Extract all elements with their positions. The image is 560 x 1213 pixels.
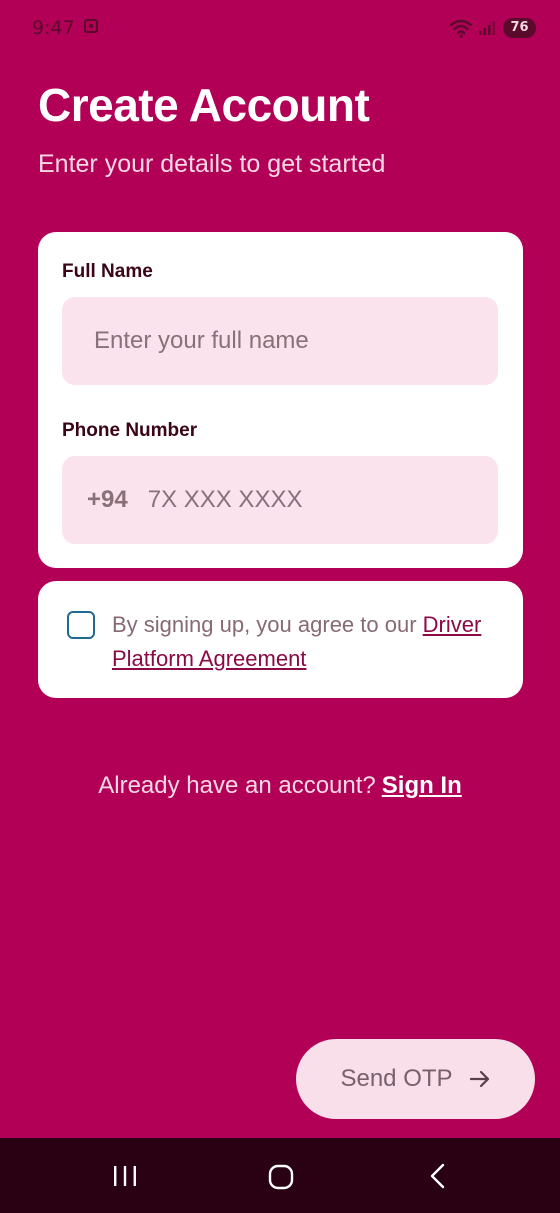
battery-badge: 76 xyxy=(503,18,536,38)
recents-icon[interactable] xyxy=(112,1164,138,1188)
country-code: +94 xyxy=(87,486,128,513)
navigation-bar xyxy=(0,1138,560,1213)
screenshot-icon xyxy=(84,19,98,33)
send-otp-button[interactable]: Send OTP xyxy=(296,1039,535,1119)
status-time: 9:47 xyxy=(32,17,75,39)
page-title: Create Account xyxy=(38,79,370,131)
status-bar: 9:47 76 xyxy=(0,0,560,56)
sign-in-link[interactable]: Sign In xyxy=(382,772,462,799)
terms-prefix: By signing up, you agree to our xyxy=(112,612,423,637)
phone-number-placeholder: 7X XXX XXXX xyxy=(147,486,303,513)
full-name-label: Full Name xyxy=(62,261,153,282)
signin-row: Already have an account? Sign In xyxy=(0,772,560,800)
registration-form-card: Full Name Enter your full name Phone Num… xyxy=(38,232,523,568)
signin-prompt: Already have an account? xyxy=(98,772,376,799)
terms-text: By signing up, you agree to our Driver P… xyxy=(112,608,507,676)
phone-number-input[interactable]: +94 7X XXX XXXX xyxy=(62,456,498,544)
arrow-right-icon xyxy=(469,1070,489,1088)
wifi-icon xyxy=(449,19,473,38)
page-subtitle: Enter your details to get started xyxy=(38,150,386,178)
terms-card: By signing up, you agree to our Driver P… xyxy=(38,581,523,698)
send-otp-label: Send OTP xyxy=(340,1065,453,1092)
full-name-placeholder: Enter your full name xyxy=(94,327,309,354)
terms-checkbox[interactable] xyxy=(67,611,95,639)
back-icon[interactable] xyxy=(428,1162,448,1190)
signal-icon xyxy=(479,21,495,35)
full-name-input[interactable]: Enter your full name xyxy=(62,297,498,385)
phone-number-label: Phone Number xyxy=(62,420,198,441)
home-icon[interactable] xyxy=(268,1164,294,1190)
